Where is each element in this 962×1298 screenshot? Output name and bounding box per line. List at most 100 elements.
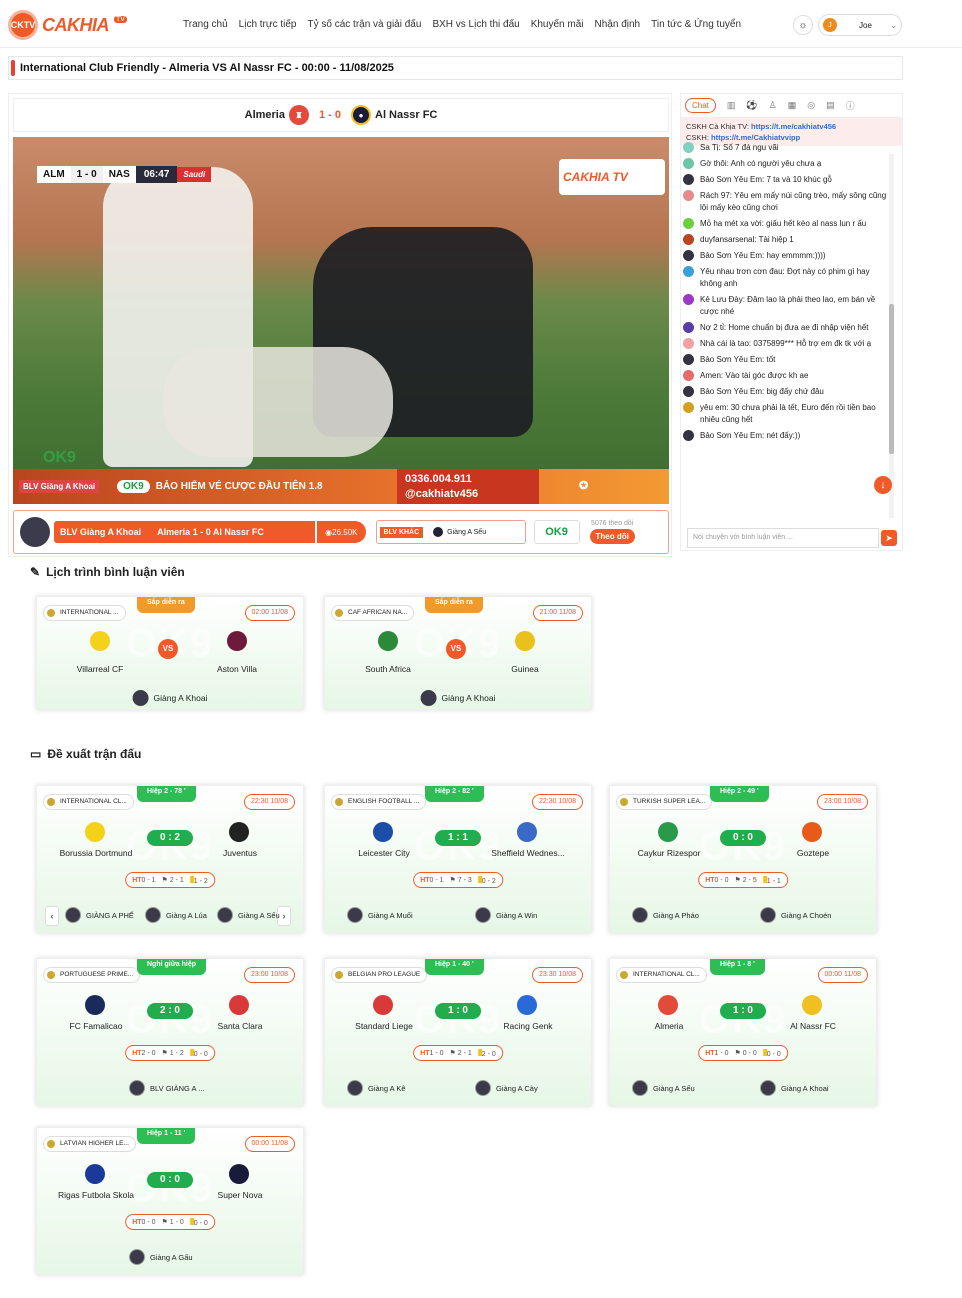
commentator[interactable]: Giàng A Choén — [760, 906, 831, 924]
chat-user-badge — [683, 322, 694, 333]
commentator[interactable]: Giàng A Khoai — [132, 690, 207, 706]
away-logo-icon — [227, 631, 247, 651]
chat-username[interactable]: Rách 97 — [700, 191, 730, 200]
shirt-icon[interactable]: ♙ — [769, 100, 777, 111]
commentator[interactable]: Giàng A Muối — [347, 906, 413, 924]
chat-username[interactable]: Bảo Sơn Yêu Em — [700, 355, 762, 364]
other-commentator-avatar — [433, 527, 444, 537]
commentator[interactable]: Giàng A Cày — [475, 1079, 538, 1097]
ok9-button[interactable]: OK9 — [533, 520, 580, 544]
commentator[interactable]: Giàng A Kê — [347, 1079, 406, 1097]
nav-predictions[interactable]: Nhận định — [595, 19, 641, 30]
schedule-title: Lịch trình bình luận viên — [46, 565, 185, 579]
user-menu[interactable]: J Joe ⌄ — [818, 14, 902, 36]
tv-icon: ▭ — [30, 747, 42, 761]
follow-button[interactable]: Theo dõi — [589, 529, 635, 544]
promo-banner[interactable]: BLV Giàng A Khoai OK9 BẢO HIỂM VÉ CƯỢC Đ… — [13, 469, 669, 504]
commentator-avatar — [129, 1249, 145, 1265]
vs-icon[interactable]: ◎ — [807, 100, 815, 111]
prev-arrow-button[interactable]: ‹ — [45, 906, 59, 926]
nav-news[interactable]: Tin tức & Ứng tuyển — [651, 19, 741, 30]
nav-home[interactable]: Trang chủ — [183, 19, 228, 30]
league-label: LATVIAN HIGHER LE... — [43, 1136, 136, 1152]
match-card[interactable]: OK9 BELGIAN PRO LEAGUE Hiệp 1 - 40 ' 23:30 … — [324, 958, 592, 1106]
commentator[interactable]: BLV GIÀNG A ... — [129, 1079, 204, 1097]
chat-username[interactable]: Nợ 2 tỉ — [700, 323, 724, 332]
commentator[interactable]: Giàng A Khoai — [420, 690, 495, 706]
commentator-avatar — [632, 1080, 648, 1096]
chat-username[interactable]: Mỏ ha mét xa vời — [700, 219, 762, 228]
send-button[interactable]: ➤ — [881, 530, 897, 546]
match-card[interactable]: OK9 INTERNATIONAL CL... Hiệp 1 - 8 ' 00:00 … — [609, 958, 877, 1106]
ht-label: HT — [705, 1049, 715, 1057]
chat-username[interactable]: Bảo Sơn Yêu Em — [700, 387, 762, 396]
league-label: ENGLISH FOOTBALL ... — [331, 794, 427, 810]
scroll-down-button[interactable]: ↓ — [874, 476, 892, 494]
gift-icon[interactable]: ✪ — [579, 479, 588, 492]
theme-toggle-button[interactable]: ☼ — [793, 15, 813, 35]
ball-icon[interactable]: ⚽ — [746, 100, 757, 111]
home-team-name: Almeria — [244, 109, 285, 121]
stream-watermark: CAKHIA TV — [559, 159, 665, 195]
site-logo[interactable]: CKTV CAKHIA TV — [8, 10, 127, 40]
commentator[interactable]: Giàng A Sếu — [632, 1079, 695, 1097]
chart-icon[interactable]: ▥ — [727, 100, 736, 111]
match-card[interactable]: OK9 TURKISH SUPER LEA... Hiệp 2 - 49 ' 23:0… — [609, 785, 877, 933]
chat-scrollbar[interactable] — [889, 154, 894, 518]
commentator[interactable]: Giàng A Pháo — [632, 906, 699, 924]
schedule-card[interactable]: OK9INTERNATIONAL ...Sắp diễn ra02:00 11/… — [36, 596, 304, 710]
nav-standings[interactable]: BXH vs Lịch thi đấu — [432, 19, 519, 30]
commentator-avatar — [145, 907, 161, 923]
podium-icon[interactable]: ▦ — [788, 100, 797, 111]
chat-username[interactable]: Kẻ Lưu Đày — [700, 295, 743, 304]
video-stream[interactable]: ALM 1 - 0 NAS 06:47 Saudi CAKHIA TV OK9 … — [13, 137, 669, 504]
home-logo-icon — [85, 1164, 105, 1184]
match-time: 23:30 10/08 — [532, 967, 583, 983]
banner-promo: BẢO HIỂM VÉ CƯỢC ĐẦU TIÊN 1.8 — [155, 481, 323, 492]
chevron-down-icon: ⌄ — [890, 20, 897, 30]
nav-promotions[interactable]: Khuyến mãi — [531, 19, 584, 30]
chat-username[interactable]: Yêu nhau trơn cơn đau — [700, 267, 783, 276]
nav-live-schedule[interactable]: Lịch trực tiếp — [239, 19, 297, 30]
card-value: 0 - 0 — [193, 1219, 208, 1227]
commentator-avatar — [760, 1080, 776, 1096]
table-icon[interactable]: ▤ — [826, 100, 835, 111]
commentator[interactable]: GIÀNG A PHẾ — [65, 906, 134, 924]
chat-username[interactable]: Bảo Sơn Yêu Em — [700, 175, 762, 184]
chat-username[interactable]: Bảo Sơn Yêu Em — [700, 431, 762, 440]
banner-phone: 0336.004.911 — [405, 473, 472, 485]
chat-username[interactable]: duyfansarsenal — [700, 235, 754, 244]
nav-scores[interactable]: Tỷ số các trận và giải đấu — [307, 19, 421, 30]
commentator[interactable]: Giàng A Win — [475, 906, 537, 924]
chat-username[interactable]: Gờ thôi — [700, 159, 727, 168]
chat-username[interactable]: yêu em — [700, 403, 726, 412]
chat-username[interactable]: Sa Tị — [700, 143, 719, 152]
scroll-thumb[interactable] — [889, 304, 894, 454]
corner-value: 0 - 0 — [742, 1050, 757, 1057]
match-card[interactable]: OK9 INTERNATIONAL CL... Hiệp 2 - 78 ' 22:30… — [36, 785, 304, 933]
ht-label: HT — [132, 1218, 142, 1226]
other-commentator[interactable]: BLV KHÁC Giàng A Sếu — [375, 520, 526, 544]
match-card[interactable]: OK9 PORTUGUESE PRIME... Nghỉ giữa hiệp 23:0… — [36, 958, 304, 1106]
league-label: INTERNATIONAL CL... — [616, 967, 707, 983]
home-team-name: South Africa — [365, 664, 411, 674]
info-icon[interactable]: ⓘ — [846, 99, 855, 112]
home-team-name: Almeria — [654, 1021, 684, 1031]
chat-username[interactable]: Amen — [700, 371, 721, 380]
commentator[interactable]: Giàng A Lúa — [145, 906, 207, 924]
match-card[interactable]: OK9 ENGLISH FOOTBALL ... Hiệp 2 - 82 ' 22:3… — [324, 785, 592, 933]
banner-blv: BLV Giàng A Khoai — [19, 480, 100, 493]
match-card[interactable]: OK9 LATVIAN HIGHER LE... Hiệp 1 - 11 ' 00:0… — [36, 1127, 304, 1275]
chat-input[interactable]: Nói chuyện với bình luận viên ... — [687, 528, 879, 548]
tab-chat[interactable]: Chat — [685, 98, 716, 113]
chat-username[interactable]: Bảo Sơn Yêu Em — [700, 251, 762, 260]
commentator[interactable]: Giàng A Sếu — [217, 906, 280, 924]
commentator[interactable]: Giàng A Gấu — [129, 1248, 193, 1266]
chat-user-badge — [683, 370, 694, 381]
chat-text: hay emmmm:)))) — [766, 251, 826, 260]
schedule-card[interactable]: OK9CAF AFRICAN NA...Sắp diễn ra21:00 11/… — [324, 596, 592, 710]
commentator[interactable]: Giàng A Khoai — [760, 1079, 829, 1097]
chat-username[interactable]: Nhà cái là tao — [700, 339, 749, 348]
support-link[interactable]: https://t.me/cakhiatv456 — [751, 122, 836, 131]
main-nav: Trang chủ Lịch trực tiếp Tỷ số các trận … — [183, 19, 741, 30]
